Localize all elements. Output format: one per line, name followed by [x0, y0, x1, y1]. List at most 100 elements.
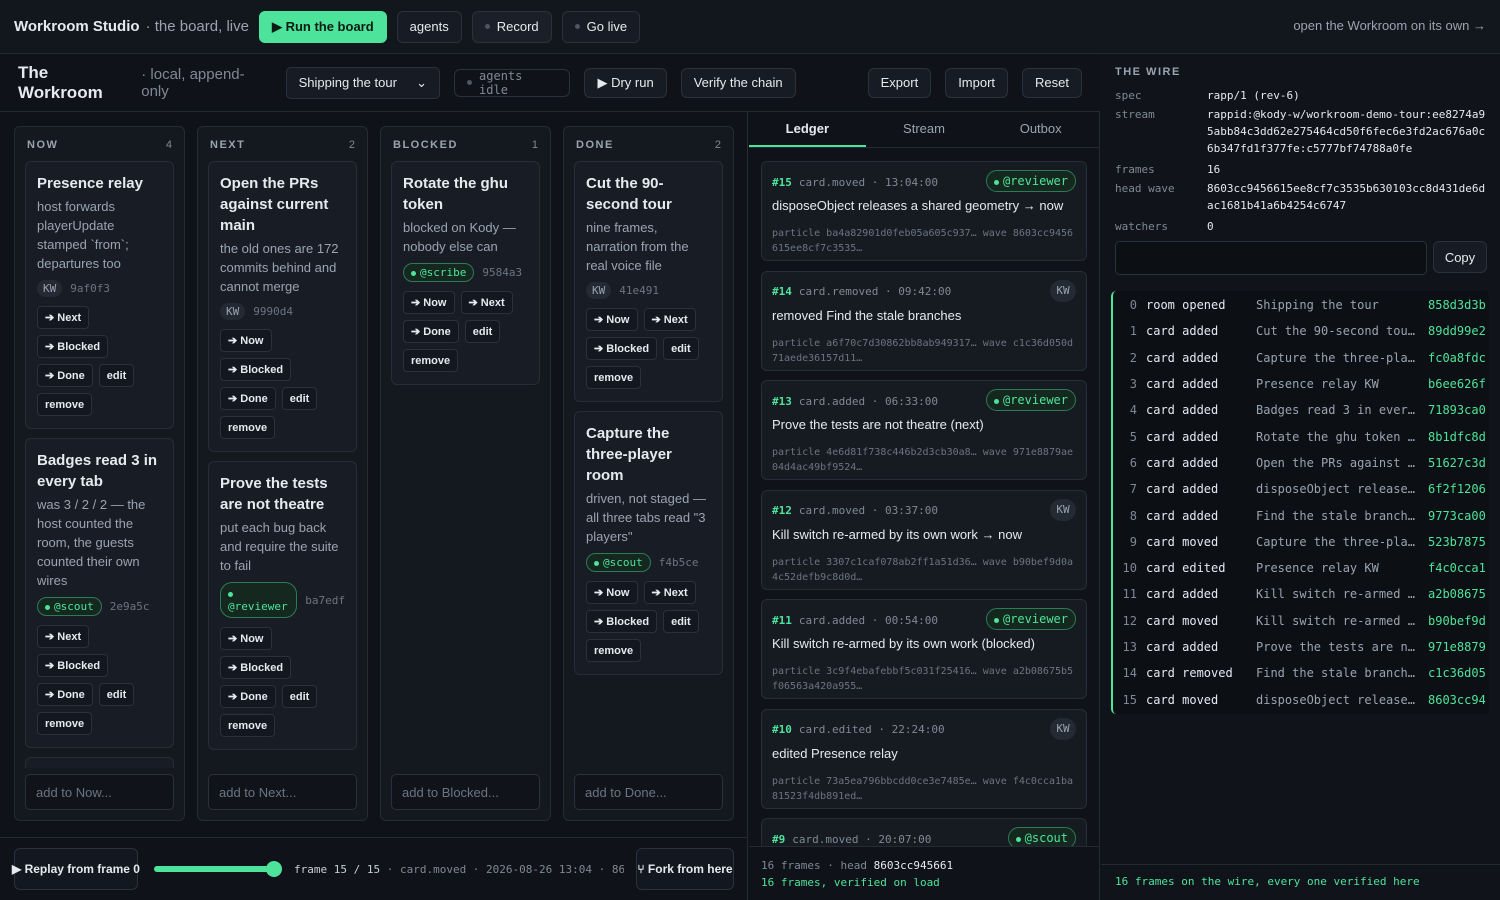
reset-button[interactable]: Reset	[1022, 67, 1082, 98]
fork-button[interactable]: ⑂ Fork from here	[636, 848, 734, 890]
ledger-entry[interactable]: #15 card.moved · 13:04:00 @reviewer dispose…	[761, 161, 1087, 261]
card-list: Presence relay host forwards playerUpdate…	[25, 161, 174, 768]
tab-ledger[interactable]: Ledger	[749, 112, 866, 147]
frame-row[interactable]: 6 card added Open the PRs against c… 51627c…	[1113, 450, 1489, 476]
move-to-now-button[interactable]: ➔ Now	[220, 329, 272, 352]
frame-row[interactable]: 11 card added Kill switch re-armed b… a2b08…	[1113, 581, 1489, 607]
move-to-done-button[interactable]: ➔ Done	[220, 387, 276, 410]
move-to-blocked-button[interactable]: ➔ Blocked	[37, 335, 109, 358]
export-button[interactable]: Export	[867, 67, 932, 98]
remove-button[interactable]: remove	[220, 714, 276, 737]
edit-button[interactable]: edit	[663, 610, 699, 633]
frame-row[interactable]: 4 card added Badges read 3 in every… 71893c…	[1113, 397, 1489, 423]
remove-button[interactable]: remove	[403, 349, 459, 372]
entry-time: · 03:37:00	[871, 504, 938, 517]
board-card[interactable]: Presence relay host forwards playerUpdate…	[25, 161, 174, 429]
move-to-done-button[interactable]: ➔ Done	[37, 683, 93, 706]
board-card[interactable]: Open the PRs against current main the old…	[208, 161, 357, 452]
dry-run-button[interactable]: ▶ Dry run	[584, 67, 667, 98]
add-card-input[interactable]: add to Next...	[208, 774, 357, 810]
slider-handle[interactable]	[266, 861, 282, 877]
remove-button[interactable]: remove	[220, 416, 276, 439]
edit-button[interactable]: edit	[281, 685, 318, 708]
move-to-next-button[interactable]: ➔ Next	[643, 308, 696, 331]
ledger-entry[interactable]: #11 card.added · 00:54:00 @reviewer Kill sw…	[761, 599, 1087, 699]
frame-row[interactable]: 5 card added Rotate the ghu token @… 8b1dfc…	[1113, 423, 1489, 449]
frame-row[interactable]: 13 card added Prove the tests are no… 971e8…	[1113, 634, 1489, 660]
move-to-blocked-button[interactable]: ➔ Blocked	[220, 358, 292, 381]
tab-outbox[interactable]: Outbox	[982, 112, 1099, 147]
import-button[interactable]: Import	[945, 67, 1009, 98]
board-card[interactable]: Prove the tests are not theatre put each …	[208, 461, 357, 750]
move-to-next-button[interactable]: ➔ Next	[37, 306, 90, 329]
go-live-button[interactable]: Go live	[561, 10, 641, 43]
ledger-entry[interactable]: #10 card.edited · 22:24:00 KW edited Presen…	[761, 708, 1087, 809]
owner-badge: KW	[586, 282, 612, 299]
add-card-input[interactable]: add to Done...	[574, 774, 723, 810]
replay-frame: frame 15 / 15	[294, 862, 381, 876]
edit-button[interactable]: edit	[663, 337, 699, 360]
edit-button[interactable]: edit	[98, 364, 135, 387]
board-card[interactable]: Capture the three-player room driven, not…	[574, 411, 723, 675]
frame-row[interactable]: 14 card removed Find the stale branche… c1c…	[1113, 660, 1489, 686]
frame-row[interactable]: 2 card added Capture the three-play… fc0a8f…	[1113, 345, 1489, 371]
frame-row[interactable]: 10 card edited Presence relay KW f4c0cca1	[1113, 555, 1489, 581]
frame-row[interactable]: 7 card added disposeObject releases… 6f2f12…	[1113, 476, 1489, 502]
frame-row[interactable]: 9 card moved Capture the three-play… 523b78…	[1113, 529, 1489, 555]
move-to-next-button[interactable]: ➔ Next	[37, 625, 90, 648]
card-hash: 41e491	[619, 284, 659, 297]
frame-row[interactable]: 15 card moved disposeObject releases… 8603c…	[1113, 686, 1489, 712]
remove-button[interactable]: remove	[37, 393, 93, 416]
move-to-blocked-button[interactable]: ➔ Blocked	[586, 610, 658, 633]
move-to-done-button[interactable]: ➔ Done	[220, 685, 276, 708]
frame-row[interactable]: 12 card moved Kill switch re-armed b… b90be…	[1113, 608, 1489, 634]
move-to-blocked-button[interactable]: ➔ Blocked	[37, 654, 109, 677]
move-to-now-button[interactable]: ➔ Now	[586, 308, 638, 331]
move-to-now-button[interactable]: ➔ Now	[403, 291, 455, 314]
edit-button[interactable]: edit	[281, 387, 318, 410]
entry-header: #12 card.moved · 03:37:00	[772, 501, 1076, 521]
entry-kind: card.edited	[798, 723, 872, 736]
board-card[interactable]: Kill switch re-armed by its own work	[25, 757, 174, 768]
agents-button[interactable]: agents	[396, 10, 462, 43]
board-card[interactable]: Cut the 90-second tour nine frames, narra…	[574, 161, 723, 402]
tab-stream[interactable]: Stream	[866, 112, 983, 147]
ledger-entry[interactable]: #9 card.moved · 20:07:00 @scout	[761, 818, 1087, 846]
ledger-entry[interactable]: #12 card.moved · 03:37:00 KW Kill switch re…	[761, 489, 1087, 590]
move-to-now-button[interactable]: ➔ Now	[586, 581, 638, 604]
replay-slider[interactable]	[154, 861, 282, 877]
move-to-next-button[interactable]: ➔ Next	[643, 581, 696, 604]
remove-button[interactable]: remove	[586, 366, 642, 389]
ledger-entry[interactable]: #13 card.added · 06:33:00 @reviewer Prove t…	[761, 380, 1087, 480]
replay-button[interactable]: ▶ Replay from frame 0	[12, 848, 140, 890]
frame-row[interactable]: 0 room opened Shipping the tour 858d3d3b	[1113, 292, 1489, 318]
board-card[interactable]: Badges read 3 in every tab was 3 / 2 / 2 …	[25, 438, 174, 748]
add-card-input[interactable]: add to Now...	[25, 774, 174, 810]
frame-row[interactable]: 1 card added Cut the 90-second tour… 89dd99…	[1113, 318, 1489, 344]
move-to-done-button[interactable]: ➔ Done	[37, 364, 93, 387]
agent-badge: @scout	[1007, 827, 1076, 846]
move-to-done-button[interactable]: ➔ Done	[403, 320, 459, 343]
board-card[interactable]: Rotate the ghu token blocked on Kody — no…	[391, 161, 540, 385]
verify-chain-button[interactable]: Verify the chain	[680, 67, 796, 98]
edit-button[interactable]: edit	[98, 683, 135, 706]
frame-row[interactable]: 8 card added Find the stale branche… 9773ca…	[1113, 502, 1489, 528]
run-board-button[interactable]: ▶ Run the board	[258, 10, 387, 43]
move-to-now-button[interactable]: ➔ Now	[220, 627, 272, 650]
add-card-input[interactable]: add to Blocked...	[391, 774, 540, 810]
move-to-next-button[interactable]: ➔ Next	[460, 291, 513, 314]
go-live-label: Go live	[586, 19, 628, 34]
remove-button[interactable]: remove	[586, 639, 642, 662]
remove-button[interactable]: remove	[37, 712, 93, 735]
ledger-entry[interactable]: #14 card.removed · 09:42:00 KW removed Find…	[761, 270, 1087, 371]
copy-button[interactable]: Copy	[1433, 241, 1487, 273]
move-to-blocked-button[interactable]: ➔ Blocked	[220, 656, 292, 679]
move-to-blocked-button[interactable]: ➔ Blocked	[586, 337, 658, 360]
spec-value: rapp/1 (rev-6)	[1207, 89, 1300, 102]
record-button[interactable]: Record	[471, 10, 552, 43]
board-select[interactable]: Shipping the tour ⌄	[285, 66, 441, 99]
frame-row[interactable]: 3 card added Presence relay KW b6ee626f	[1113, 371, 1489, 397]
open-workroom-link[interactable]: open the Workroom on its own →	[1293, 18, 1486, 33]
copy-field[interactable]	[1115, 241, 1427, 275]
edit-button[interactable]: edit	[464, 320, 501, 343]
